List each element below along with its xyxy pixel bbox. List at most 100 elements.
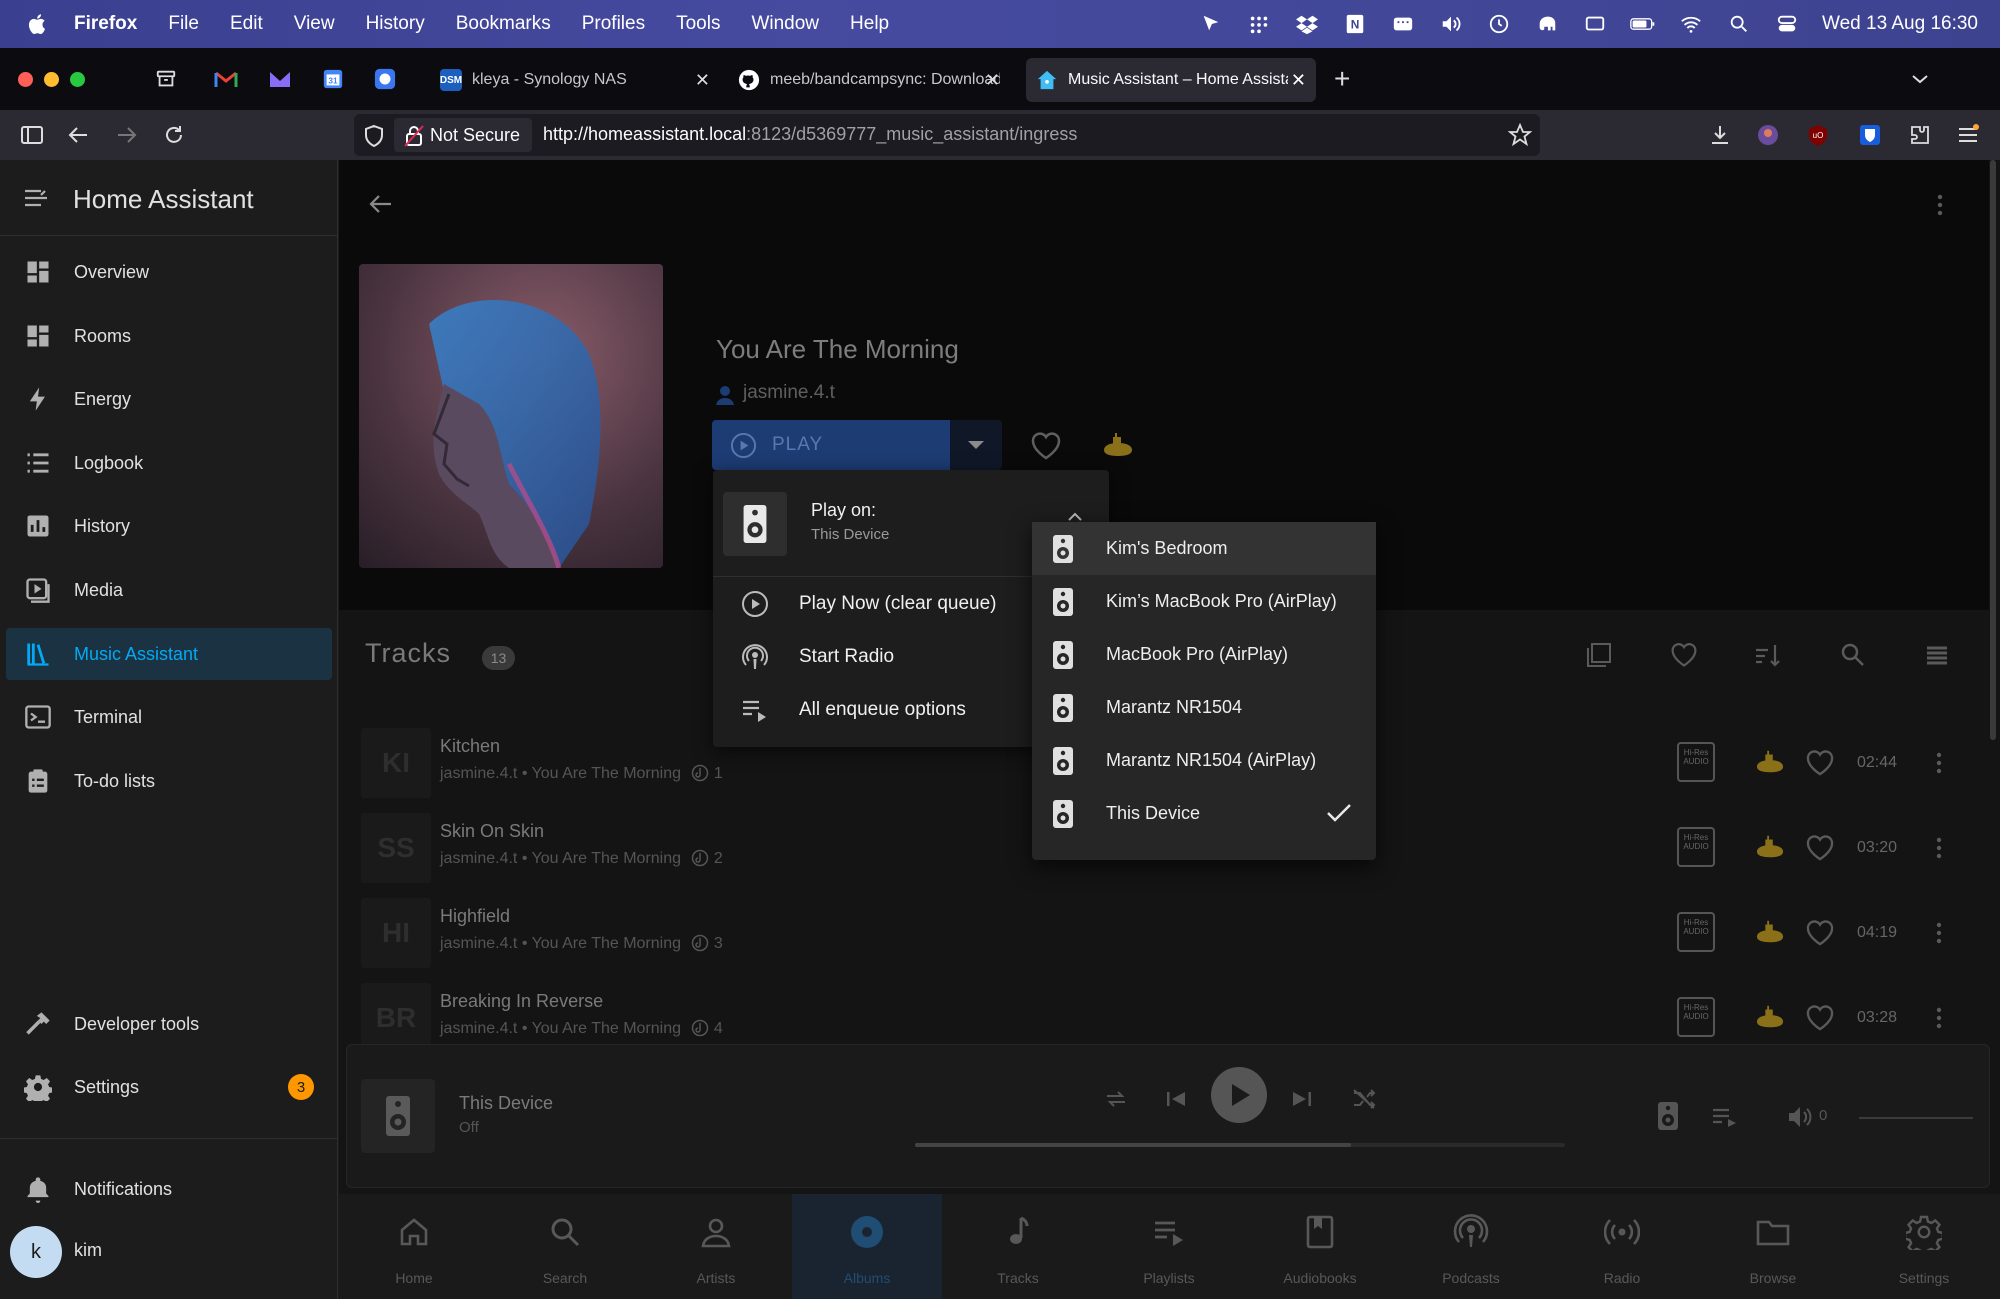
nav-playlists[interactable]: Playlists: [1094, 1194, 1244, 1299]
volume-slider[interactable]: [1859, 1117, 1973, 1119]
queue-icon[interactable]: [1711, 1105, 1739, 1129]
extensions-puzzle-icon[interactable]: [1908, 123, 1932, 147]
menu-profiles[interactable]: Profiles: [582, 13, 645, 35]
menu-tools[interactable]: Tools: [676, 13, 720, 35]
nav-browse[interactable]: Browse: [1698, 1194, 1848, 1299]
sidebar-item-developer-tools[interactable]: Developer tools: [6, 998, 332, 1050]
extension-avatar-icon[interactable]: [1756, 123, 1780, 147]
sidebar-item-rooms[interactable]: Rooms: [6, 310, 332, 362]
window-close-button[interactable]: [18, 72, 33, 87]
back-icon[interactable]: [67, 124, 91, 146]
not-secure-indicator[interactable]: Not Secure: [394, 118, 533, 152]
window-zoom-button[interactable]: [70, 72, 85, 87]
volume-icon[interactable]: [1438, 13, 1464, 35]
nav-home[interactable]: Home: [339, 1194, 489, 1299]
more-vert-icon[interactable]: [1930, 192, 1950, 218]
provider-submarine-icon[interactable]: [1100, 430, 1136, 460]
pinned-tab-gmail[interactable]: [213, 66, 239, 92]
menu-collapse-icon[interactable]: [22, 186, 50, 210]
select-icon[interactable]: [1586, 642, 1612, 668]
sort-icon[interactable]: [1754, 642, 1782, 668]
more-vert-icon[interactable]: [1933, 1005, 1945, 1031]
downloads-icon[interactable]: [1708, 123, 1732, 147]
speaker-icon[interactable]: [1657, 1101, 1679, 1131]
sidebar-item-todo[interactable]: To-do lists: [6, 755, 332, 807]
more-vert-icon[interactable]: [1933, 920, 1945, 946]
menubar-clock[interactable]: Wed 13 Aug 16:30: [1822, 13, 1978, 35]
menu-help[interactable]: Help: [850, 13, 889, 35]
pinned-tab-signal[interactable]: [372, 66, 398, 92]
device-option[interactable]: Marantz NR1504 (AirPlay): [1032, 734, 1376, 787]
search-icon[interactable]: [1840, 642, 1866, 668]
nav-radio[interactable]: Radio: [1547, 1194, 1697, 1299]
sidebar-item-history[interactable]: History: [6, 500, 332, 552]
pinned-tab-proton-mail[interactable]: [267, 66, 293, 92]
favorite-icon[interactable]: [1805, 750, 1835, 776]
menu-edit[interactable]: Edit: [230, 13, 263, 35]
repeat-icon[interactable]: [1103, 1087, 1129, 1111]
reload-icon[interactable]: [162, 123, 186, 147]
table-row[interactable]: HI Highfield jasmine.4.t • You Are The M…: [359, 892, 1979, 976]
sidebar-item-settings[interactable]: Settings 3: [6, 1061, 332, 1113]
tab-close-icon[interactable]: ✕: [985, 70, 1000, 91]
scrollbar[interactable]: [1988, 160, 1998, 740]
avatar[interactable]: k: [10, 1226, 62, 1278]
nav-podcasts[interactable]: Podcasts: [1396, 1194, 1546, 1299]
favorite-icon[interactable]: [1805, 920, 1835, 946]
ublock-origin-icon[interactable]: uO: [1806, 123, 1830, 147]
spotlight-search-icon[interactable]: [1726, 13, 1752, 35]
sidebar-item-notifications[interactable]: Notifications: [6, 1163, 332, 1215]
device-option[interactable]: Kim's Bedroom: [1032, 522, 1376, 575]
control-center-icon[interactable]: [1774, 13, 1800, 35]
player-device-name[interactable]: This Device: [459, 1093, 553, 1114]
shuffle-off-icon[interactable]: [1351, 1087, 1377, 1111]
apple-icon[interactable]: [26, 12, 50, 36]
favorite-icon[interactable]: [1030, 432, 1062, 460]
notion-icon[interactable]: N: [1342, 13, 1368, 35]
elephant-icon[interactable]: [1534, 13, 1560, 35]
grid-dots-icon[interactable]: [1246, 13, 1272, 35]
wifi-icon[interactable]: [1678, 13, 1704, 35]
menu-window[interactable]: Window: [751, 13, 819, 35]
nav-albums[interactable]: Albums: [792, 1194, 942, 1299]
tracking-shield-icon[interactable]: [363, 124, 385, 148]
forward-icon[interactable]: [114, 124, 138, 146]
list-all-tabs-icon[interactable]: [1910, 70, 1930, 88]
sidebar-item-energy[interactable]: Energy: [6, 373, 332, 425]
display-icon[interactable]: [1582, 13, 1608, 35]
dropbox-icon[interactable]: [1294, 13, 1320, 35]
app-menu-icon[interactable]: [1956, 123, 1980, 147]
favorite-icon[interactable]: [1805, 835, 1835, 861]
pinned-tab-calendar[interactable]: 31: [320, 66, 346, 92]
menu-bookmarks[interactable]: Bookmarks: [456, 13, 551, 35]
device-option[interactable]: MacBook Pro (AirPlay): [1032, 628, 1376, 681]
tab-music-assistant[interactable]: Music Assistant – Home Assistant ✕: [1026, 58, 1316, 102]
album-cover[interactable]: [359, 264, 663, 568]
previous-track-icon[interactable]: [1165, 1087, 1187, 1111]
sidebar-item-music-assistant[interactable]: Music Assistant: [6, 628, 332, 680]
more-vert-icon[interactable]: [1933, 750, 1945, 776]
favorite-icon[interactable]: [1805, 1005, 1835, 1031]
sidebar-item-logbook[interactable]: Logbook: [6, 437, 332, 489]
pinned-tab-archive[interactable]: [153, 66, 179, 92]
user-name[interactable]: kim: [74, 1240, 102, 1261]
device-option[interactable]: Kim’s MacBook Pro (AirPlay): [1032, 575, 1376, 628]
cursor-app-icon[interactable]: [1198, 13, 1224, 35]
album-artist-link[interactable]: jasmine.4.t: [743, 382, 835, 404]
window-minimize-button[interactable]: [44, 72, 59, 87]
list-view-icon[interactable]: [1924, 642, 1950, 668]
menu-app-name[interactable]: Firefox: [74, 13, 137, 35]
sidebar-toggle-icon[interactable]: [20, 124, 44, 146]
new-tab-button[interactable]: +: [1334, 64, 1350, 94]
nav-artists[interactable]: Artists: [641, 1194, 791, 1299]
table-row[interactable]: BR Breaking In Reverse jasmine.4.t • You…: [359, 977, 1979, 1044]
keyboard-icon[interactable]: [1390, 13, 1416, 35]
tab-close-icon[interactable]: ✕: [1291, 70, 1306, 91]
device-option[interactable]: Marantz NR1504: [1032, 681, 1376, 734]
favorites-filter-icon[interactable]: [1670, 642, 1698, 668]
play-dropdown-button[interactable]: [950, 420, 1002, 470]
menu-view[interactable]: View: [294, 13, 335, 35]
play-on-device[interactable]: This Device: [811, 526, 889, 543]
nav-tracks[interactable]: Tracks: [943, 1194, 1093, 1299]
sidebar-item-overview[interactable]: Overview: [6, 246, 332, 298]
